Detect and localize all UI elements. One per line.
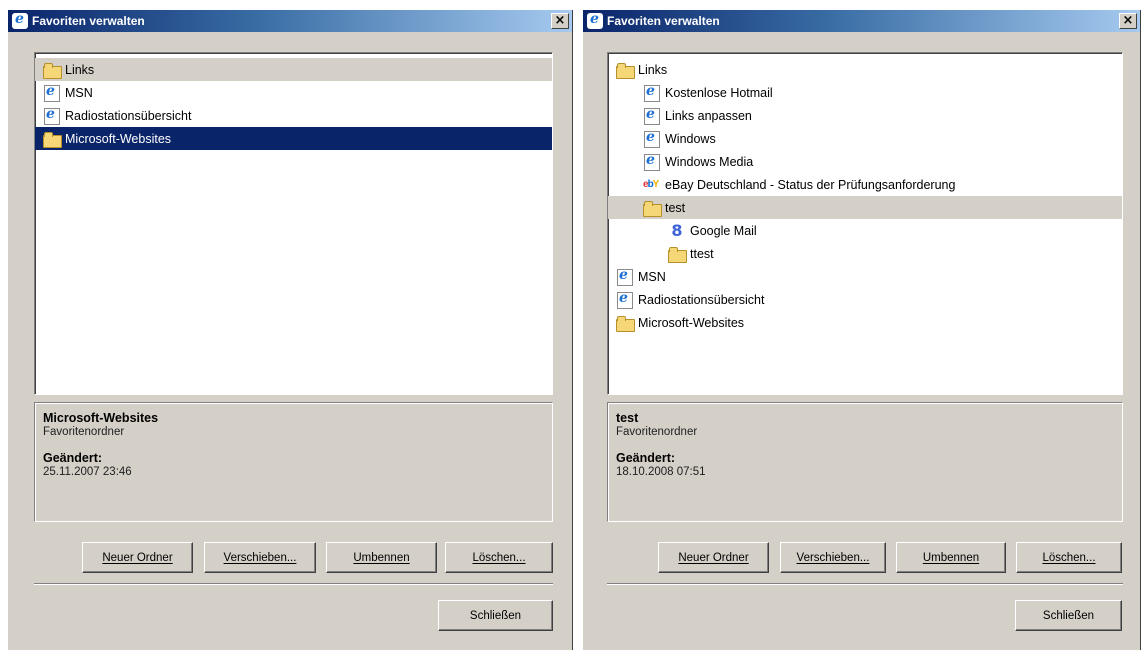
ie-page-icon <box>643 129 661 148</box>
close-button[interactable]: Schließen <box>1015 600 1122 631</box>
item-info-panel: Microsoft-Websites Favoritenordner Geänd… <box>34 402 553 522</box>
tree-item-label: Google Mail <box>690 223 757 238</box>
tree-item-label: Microsoft-Websites <box>638 315 745 330</box>
tree-item-label: Radiostationsübersicht <box>65 108 192 123</box>
button-label: Umbennen <box>922 551 980 564</box>
info-modified-label: Geändert: <box>616 451 676 465</box>
ie-page-icon <box>643 106 661 125</box>
tree-item-label: MSN <box>65 85 93 100</box>
close-window-button[interactable]: × <box>551 13 569 29</box>
button-label: Löschen... <box>1042 551 1096 564</box>
title-bar[interactable]: Favoriten verwalten × <box>583 10 1140 32</box>
tree-item-label: Kostenlose Hotmail <box>665 85 773 100</box>
rename-button[interactable]: Umbennen <box>896 542 1006 573</box>
tree-item-links-anpassen[interactable]: Links anpassen <box>608 104 1122 127</box>
folder-icon <box>616 62 635 79</box>
dialog-title: Favoriten verwalten <box>32 14 145 28</box>
item-info-panel: test Favoritenordner Geändert: 18.10.200… <box>607 402 1123 522</box>
folder-icon <box>643 200 662 217</box>
tree-item-label: ttest <box>690 246 714 261</box>
info-item-type: Favoritenordner <box>616 426 698 438</box>
new-folder-button[interactable]: Neuer Ordner <box>658 542 769 573</box>
folder-icon <box>43 62 62 79</box>
tree-item-msn[interactable]: MSN <box>35 81 552 104</box>
tree-item-ttest[interactable]: ttest <box>608 242 1122 265</box>
google-icon: 8 <box>671 220 683 240</box>
delete-button[interactable]: Löschen... <box>1016 542 1122 573</box>
move-button[interactable]: Verschieben... <box>780 542 886 573</box>
separator <box>34 583 553 585</box>
favorites-tree[interactable]: Links MSN Radiostationsübersicht Microso… <box>34 52 553 395</box>
ie-page-icon <box>643 83 661 102</box>
button-label: Verschieben... <box>223 551 297 564</box>
folder-icon <box>43 131 62 148</box>
info-modified-label: Geändert: <box>43 451 103 465</box>
tree-item-label: eBay Deutschland - Status der Prüfungsan… <box>665 177 956 192</box>
button-label: Neuer Ordner <box>102 551 173 564</box>
tree-item-windows-media[interactable]: Windows Media <box>608 150 1122 173</box>
tree-item-windows[interactable]: Windows <box>608 127 1122 150</box>
move-button[interactable]: Verschieben... <box>204 542 316 573</box>
manage-favorites-dialog-left: Favoriten verwalten × Links MSN Radiosta… <box>7 10 573 650</box>
tree-item-test[interactable]: test <box>608 196 1122 219</box>
ie-page-icon <box>643 152 661 171</box>
ie-page-icon <box>616 290 634 309</box>
tree-item-radiostationsuebersicht[interactable]: Radiostationsübersicht <box>608 288 1122 311</box>
info-item-type: Favoritenordner <box>43 426 125 438</box>
button-label: Schließen <box>469 609 522 622</box>
tree-item-msn[interactable]: MSN <box>608 265 1122 288</box>
tree-item-label: Links <box>638 62 668 77</box>
tree-item-links[interactable]: Links <box>608 58 1122 81</box>
tree-item-label: MSN <box>638 269 666 284</box>
info-modified-date: 25.11.2007 23:46 <box>43 466 132 478</box>
ie-page-icon <box>43 106 61 125</box>
ebay-icon: ebY <box>643 178 659 190</box>
tree-item-label: Windows Media <box>665 154 754 169</box>
tree-item-ebay[interactable]: ebY eBay Deutschland - Status der Prüfun… <box>608 173 1122 196</box>
tree-item-label: Microsoft-Websites <box>65 131 172 146</box>
info-item-name: test <box>616 411 639 425</box>
tree-item-links[interactable]: Links <box>35 58 552 81</box>
ie-page-icon <box>43 83 61 102</box>
button-label: Schließen <box>1042 609 1095 622</box>
button-label: Löschen... <box>472 551 526 564</box>
internet-explorer-icon <box>587 11 603 29</box>
button-label: Verschieben... <box>796 551 870 564</box>
tree-item-microsoft-websites[interactable]: Microsoft-Websites <box>35 127 552 150</box>
button-label: Neuer Ordner <box>678 551 749 564</box>
tree-item-label: test <box>665 200 686 215</box>
tree-item-label: Links <box>65 62 95 77</box>
new-folder-button[interactable]: Neuer Ordner <box>82 542 193 573</box>
tree-item-label: Radiostationsübersicht <box>638 292 765 307</box>
favorites-tree[interactable]: Links Kostenlose Hotmail Links anpassen … <box>607 52 1123 395</box>
info-modified-date: 18.10.2008 07:51 <box>616 466 706 478</box>
delete-button[interactable]: Löschen... <box>445 542 553 573</box>
internet-explorer-icon <box>12 11 28 29</box>
tree-item-label: Windows <box>665 131 716 146</box>
close-window-button[interactable]: × <box>1119 13 1137 29</box>
folder-icon <box>616 315 635 332</box>
manage-favorites-dialog-right: Favoriten verwalten × Links Kostenlose H… <box>582 10 1141 650</box>
folder-icon <box>668 246 687 263</box>
tree-item-label: Links anpassen <box>665 108 752 123</box>
dialog-title: Favoriten verwalten <box>607 14 720 28</box>
separator <box>607 583 1123 585</box>
ie-page-icon <box>616 267 634 286</box>
button-label: Umbennen <box>353 551 410 564</box>
title-bar[interactable]: Favoriten verwalten × <box>8 10 572 32</box>
tree-item-radiostationsuebersicht[interactable]: Radiostationsübersicht <box>35 104 552 127</box>
tree-item-microsoft-websites[interactable]: Microsoft-Websites <box>608 311 1122 334</box>
info-item-name: Microsoft-Websites <box>43 411 159 425</box>
tree-item-kostenlose-hotmail[interactable]: Kostenlose Hotmail <box>608 81 1122 104</box>
close-button[interactable]: Schließen <box>438 600 553 631</box>
tree-item-google-mail[interactable]: 8 Google Mail <box>608 219 1122 242</box>
rename-button[interactable]: Umbennen <box>326 542 437 573</box>
